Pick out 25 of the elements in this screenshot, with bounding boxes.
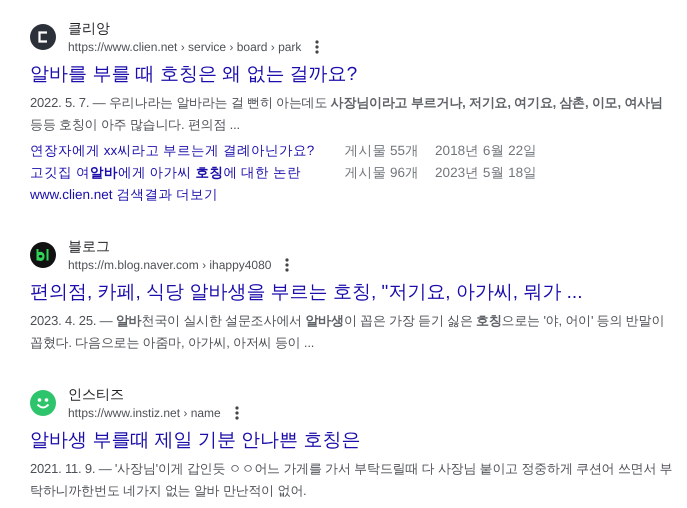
more-options-icon[interactable] <box>315 40 320 54</box>
site-name: 블로그 <box>68 237 111 256</box>
result-snippet: 2021. 11. 9. — '사장님'이게 갑인듯 ㅇㅇ어느 가게를 가서 부탁드릴때 다 사장님 붙이고 정중하게 쿠션어 쓰면서 부탁하니까한번도 네가지 없는 알바 만난적이 없어. <box>30 460 674 500</box>
result-snippet: 2022. 5. 7. — 우리나라는 알바라는 걸 뻔히 아는데도 사장님이라고 부르거나, 저기요, 여기요, 삼촌, 이모, 여사님 등등 호칭이 아주 많습니다. 편의점 ... <box>30 94 664 134</box>
result-title-link[interactable]: 편의점, 카페, 식당 알바생을 부르는 호칭, "저기요, 아가씨, 뭐가 ... <box>30 280 678 306</box>
breadcrumb-url: https://www.clien.net › service › board › park <box>68 39 302 56</box>
result-title-link[interactable]: 알바를 부를 때 호칭은 왜 없는 걸까요? <box>30 62 678 88</box>
post-count: 게시물 96개 <box>344 164 420 182</box>
post-count: 게시물 55개 <box>344 142 420 160</box>
smiley-icon <box>30 390 56 416</box>
sitelink[interactable]: 연장자에게 xx씨라고 부르는게 결례아닌가요? <box>30 140 314 162</box>
more-results-link[interactable]: www.clien.net 검색결과 더보기 <box>30 184 218 206</box>
result-snippet: 2023. 4. 25. — 알바천국이 실시한 설문조사에서 알바생이 꼽은 가장 듣기 싫은 호칭으로는 '야, 어이' 등의 반말이 꼽혔다. 다음으로는 아줌마, 아가씨, 아저씨 등이 ... <box>30 312 666 352</box>
logo-icon <box>30 242 56 268</box>
more-options-icon[interactable] <box>234 406 239 420</box>
breadcrumb-url: https://www.instiz.net › name <box>68 405 221 422</box>
post-date: 2018년 6월 22일 <box>435 142 538 160</box>
result-title-link[interactable]: 알바생 부를때 제일 기분 안나쁜 호칭은 <box>30 428 678 454</box>
site-name: 인스티즈 <box>68 385 125 404</box>
breadcrumb-url: https://m.blog.naver.com › ihappy4080 <box>68 257 272 274</box>
post-date: 2023년 5월 18일 <box>435 164 538 182</box>
site-name: 클리앙 <box>68 19 111 38</box>
more-options-icon[interactable] <box>285 258 290 272</box>
logo-icon <box>30 24 56 50</box>
sitelink[interactable]: 고깃집 여알바에게 아가씨 호칭에 대한 논란 <box>30 162 314 184</box>
